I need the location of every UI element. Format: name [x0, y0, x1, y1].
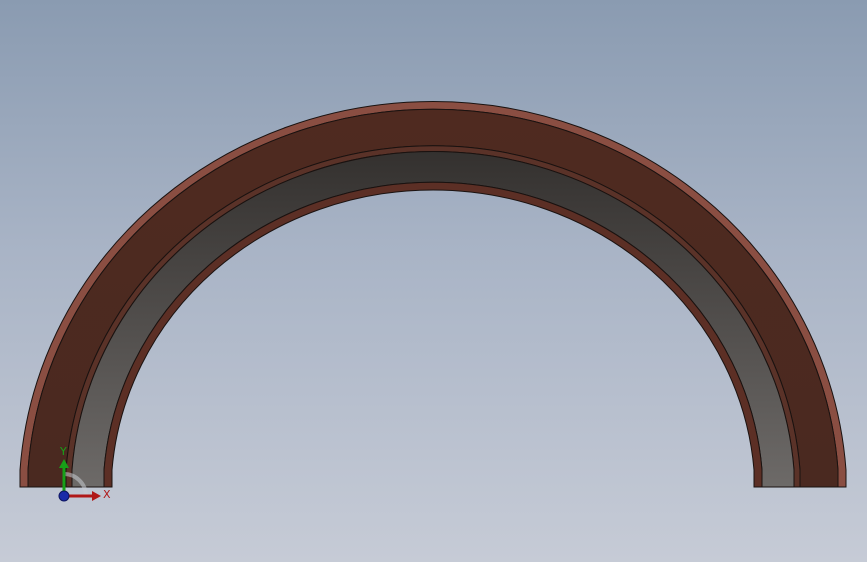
arch-part-model[interactable] [19, 101, 847, 488]
y-axis-label: Y [59, 445, 67, 458]
x-axis-arrowhead [92, 491, 101, 501]
x-axis-label: X [103, 488, 111, 501]
z-axis-origin [58, 490, 70, 502]
graphics-viewport[interactable]: Y X [0, 0, 867, 562]
